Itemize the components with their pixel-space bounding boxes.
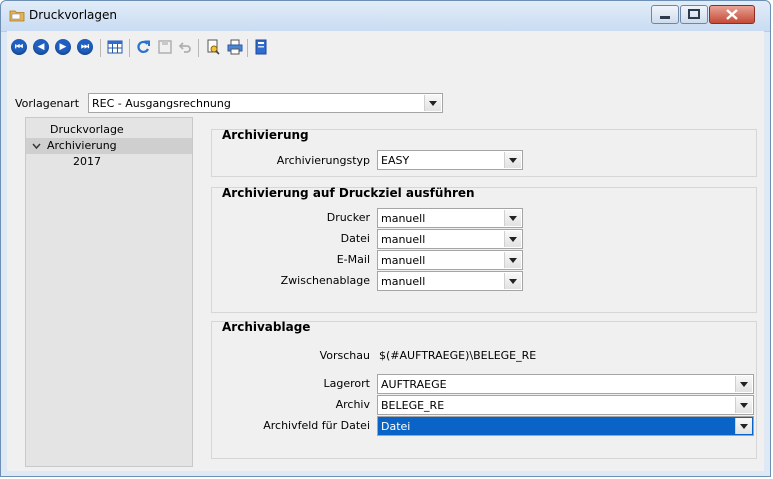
export-button[interactable] — [251, 37, 271, 57]
navigation-tree: Druckvorlage Archivierung 2017 — [25, 117, 193, 467]
previous-record-icon: ◀ — [33, 39, 49, 55]
first-record-icon: ⏮ — [11, 39, 27, 55]
email-value: manuell — [381, 254, 426, 267]
chevron-down-icon[interactable] — [735, 376, 752, 392]
undo-icon — [178, 42, 191, 53]
chevron-down-icon[interactable] — [735, 397, 752, 413]
maximize-icon — [688, 9, 700, 19]
next-record-icon: ▶ — [55, 39, 71, 55]
last-record-icon: ⏭ — [77, 39, 93, 55]
chevron-down-icon[interactable] — [504, 231, 521, 247]
close-button[interactable] — [709, 5, 755, 24]
group-title: Archivierung auf Druckziel ausführen — [222, 186, 475, 200]
datei-value: manuell — [381, 233, 426, 246]
archiv-select[interactable]: BELEGE_RE — [377, 395, 754, 415]
save-icon — [158, 40, 172, 54]
archiv-label: Archiv — [335, 398, 370, 411]
minimize-button[interactable] — [651, 5, 679, 24]
tree-item-label: 2017 — [73, 155, 101, 168]
tree-item-2017[interactable]: 2017 — [26, 154, 192, 170]
group-title: Archivablage — [222, 320, 311, 334]
drucker-select[interactable]: manuell — [377, 208, 523, 228]
group-druckziel: Archivierung auf Druckziel ausführen Dru… — [211, 186, 757, 313]
archivierungstyp-label: Archivierungstyp — [276, 154, 370, 167]
chevron-down-icon[interactable] — [735, 418, 752, 434]
folder-icon — [9, 10, 25, 22]
maximize-button[interactable] — [680, 5, 708, 24]
expand-chevron-icon[interactable] — [32, 142, 41, 150]
zwischenablage-select[interactable]: manuell — [377, 271, 523, 291]
datei-label: Datei — [340, 232, 370, 245]
vorschau-value: $(#AUFTRAEGE)\BELEGE_RE — [379, 349, 537, 362]
datei-select[interactable]: manuell — [377, 229, 523, 249]
toolbar: ⏮ ◀ ▶ ⏭ — [7, 35, 764, 61]
zwischenablage-value: manuell — [381, 275, 426, 288]
close-icon — [726, 9, 738, 20]
save-button[interactable] — [155, 37, 175, 57]
previous-record-button[interactable]: ◀ — [31, 37, 51, 57]
tree-item-archivierung[interactable]: Archivierung — [26, 138, 192, 154]
tree-item-label: Archivierung — [47, 139, 117, 152]
vorschau-label: Vorschau — [319, 349, 370, 362]
tree-item-label: Druckvorlage — [50, 123, 124, 136]
chevron-down-icon[interactable] — [504, 210, 521, 226]
vorlagenart-label: Vorlagenart — [15, 97, 80, 110]
chevron-down-icon[interactable] — [504, 273, 521, 289]
lagerort-select[interactable]: AUFTRAEGE — [377, 374, 754, 394]
client-area: ⏮ ◀ ▶ ⏭ Vorlagenart REC - Ausgangsrechnu… — [7, 31, 764, 471]
first-record-button[interactable]: ⏮ — [9, 37, 29, 57]
toolbar-separator — [198, 39, 199, 57]
zwischenablage-label: Zwischenablage — [280, 274, 370, 287]
print-button[interactable] — [225, 37, 245, 57]
archiv-value: BELEGE_RE — [381, 399, 445, 412]
lagerort-label: Lagerort — [323, 377, 370, 390]
export-icon — [255, 39, 267, 55]
toolbar-separator — [100, 39, 101, 57]
next-record-button[interactable]: ▶ — [53, 37, 73, 57]
settings-panel: Archivierung Archivierungstyp EASY Archi… — [211, 121, 763, 461]
undo-button[interactable] — [175, 37, 195, 57]
refresh-icon — [137, 40, 150, 54]
drucker-value: manuell — [381, 212, 426, 225]
last-record-button[interactable]: ⏭ — [75, 37, 95, 57]
table-view-button[interactable] — [105, 37, 125, 57]
chevron-down-icon[interactable] — [504, 152, 521, 168]
tree-item-druckvorlage[interactable]: Druckvorlage — [26, 122, 192, 138]
archivierungstyp-select[interactable]: EASY — [377, 150, 523, 170]
vorlagenart-value: REC - Ausgangsrechnung — [92, 97, 231, 110]
title-bar[interactable]: Druckvorlagen — [1, 1, 770, 32]
drucker-label: Drucker — [326, 211, 370, 224]
chevron-down-icon[interactable] — [424, 95, 441, 111]
druckvorlagen-window: Druckvorlagen ⏮ ◀ ▶ ⏭ Vorlagenart REC - … — [0, 0, 771, 477]
group-title: Archivierung — [222, 128, 309, 142]
print-preview-icon — [207, 39, 220, 55]
archivfeld-select[interactable]: Datei — [377, 416, 754, 436]
archivierungstyp-value: EASY — [381, 154, 410, 167]
vorlagenart-select[interactable]: REC - Ausgangsrechnung — [88, 93, 443, 113]
chevron-down-icon[interactable] — [504, 252, 521, 268]
minimize-icon — [660, 16, 670, 19]
email-select[interactable]: manuell — [377, 250, 523, 270]
group-archivablage: Archivablage Vorschau $(#AUFTRAEGE)\BELE… — [211, 320, 757, 459]
toolbar-separator — [247, 39, 248, 57]
email-label: E-Mail — [336, 253, 370, 266]
table-view-icon — [107, 40, 123, 54]
window-title: Druckvorlagen — [29, 8, 117, 22]
lagerort-value: AUFTRAEGE — [381, 378, 447, 391]
refresh-button[interactable] — [133, 37, 153, 57]
print-icon — [227, 39, 243, 55]
toolbar-separator — [129, 39, 130, 57]
archivfeld-label: Archivfeld für Datei — [263, 419, 370, 432]
group-archivierung: Archivierung Archivierungstyp EASY — [211, 128, 757, 177]
archivfeld-value: Datei — [381, 420, 411, 433]
print-preview-button[interactable] — [203, 37, 223, 57]
